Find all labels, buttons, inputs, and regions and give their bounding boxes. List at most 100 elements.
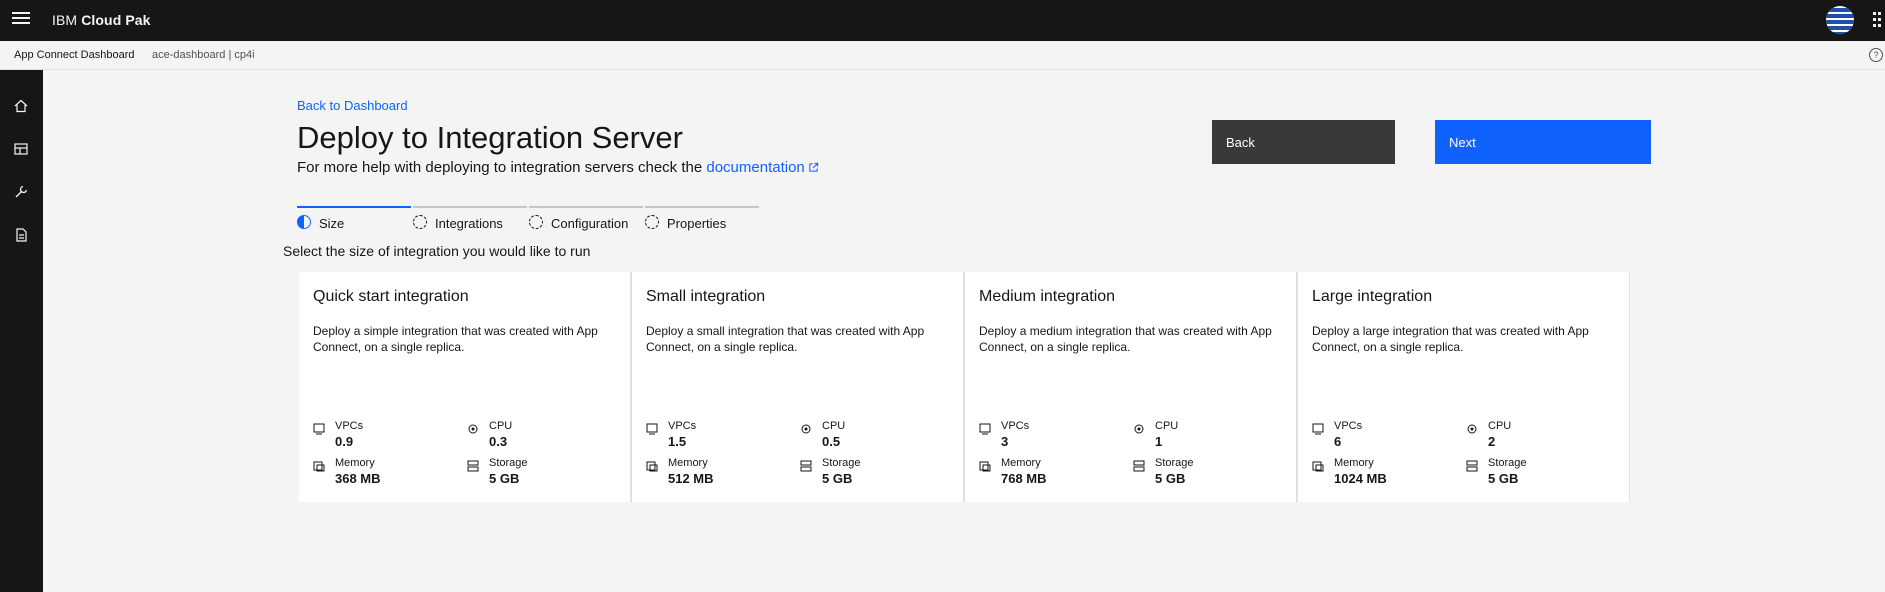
tools-icon[interactable]: [13, 184, 29, 200]
step-label: Properties: [667, 216, 727, 231]
metric-label: Memory: [335, 457, 375, 469]
card-title: Medium integration: [979, 288, 1116, 305]
metric-value: 3: [1001, 434, 1009, 449]
step-line: [297, 206, 411, 208]
memory-icon: [313, 461, 325, 472]
step-label: Configuration: [551, 216, 629, 231]
metric-value: 1.5: [668, 434, 687, 449]
metric-value: 768 MB: [1001, 471, 1047, 486]
size-card-medium[interactable]: Medium integration Deploy a medium integ…: [965, 272, 1296, 502]
step-line: [645, 206, 759, 208]
metric-value: 5 GB: [822, 471, 853, 486]
help-icon[interactable]: ?: [1869, 48, 1883, 62]
app-switcher-icon[interactable]: [1873, 12, 1885, 30]
size-prompt: Select the size of integration you would…: [283, 243, 591, 259]
metric-value: 5 GB: [1488, 471, 1519, 486]
size-card-quick-start[interactable]: Quick start integration Deploy a simple …: [299, 272, 630, 502]
app-name[interactable]: App Connect Dashboard: [14, 49, 134, 61]
size-card-small[interactable]: Small integration Deploy a small integra…: [632, 272, 963, 502]
main-content: Back to Dashboard Deploy to Integration …: [43, 70, 1885, 592]
step-integrations[interactable]: Integrations: [413, 206, 527, 232]
step-size[interactable]: Size: [297, 206, 411, 232]
metric-label: Memory: [1334, 457, 1374, 469]
metric-label: CPU: [822, 420, 846, 432]
storage-icon: [1466, 460, 1478, 472]
metric-label: Storage: [822, 457, 861, 469]
memory-icon: [646, 461, 658, 472]
vpc-icon: [646, 423, 658, 435]
step-label: Size: [319, 216, 345, 231]
external-link-icon: [809, 162, 818, 172]
metric-value: 6: [1334, 434, 1342, 449]
documentation-link[interactable]: documentation: [706, 159, 818, 176]
menu-icon[interactable]: [12, 12, 30, 28]
metric-value: 2: [1488, 434, 1496, 449]
brand-name: Cloud Pak: [81, 12, 151, 28]
cpu-icon: [1134, 424, 1144, 434]
vpc-icon: [1312, 423, 1324, 435]
card-description: Deploy a small integration that was crea…: [646, 324, 925, 354]
card-title: Quick start integration: [313, 288, 469, 305]
metric-label: Storage: [489, 457, 528, 469]
brand-prefix: IBM: [52, 12, 78, 28]
card-title: Large integration: [1312, 288, 1433, 305]
step-configuration[interactable]: Configuration: [529, 206, 643, 232]
metric-value: 0.3: [489, 434, 508, 449]
metric-value: 0.9: [335, 434, 354, 449]
current-step-icon: [297, 215, 311, 229]
home-icon[interactable]: [13, 98, 29, 114]
storage-icon: [467, 460, 479, 472]
cpu-icon: [801, 424, 811, 434]
size-card-large[interactable]: Large integration Deploy a large integra…: [1298, 272, 1629, 502]
storage-icon: [1133, 460, 1145, 472]
metric-value: 0.5: [822, 434, 841, 449]
metric-label: VPCs: [1334, 420, 1363, 432]
metric-label: VPCs: [335, 420, 364, 432]
cpu-icon: [468, 424, 478, 434]
metric-value: 5 GB: [489, 471, 520, 486]
card-description: Deploy a large integration that was crea…: [1312, 324, 1589, 354]
help-text-prefix: For more help with deploying to integrat…: [297, 159, 707, 176]
metric-value: 1: [1155, 434, 1163, 449]
metric-label: VPCs: [1001, 420, 1030, 432]
dashboard-icon[interactable]: [13, 141, 29, 157]
next-button[interactable]: Next: [1435, 120, 1651, 164]
top-header: IBM Cloud Pak: [0, 0, 1885, 41]
card-title: Small integration: [646, 288, 766, 305]
metric-value: 368 MB: [335, 471, 381, 486]
documentation-link-label: documentation: [706, 159, 805, 176]
incomplete-step-icon: [645, 215, 659, 229]
size-options: Quick start integration Deploy a simple …: [299, 272, 1630, 502]
storage-icon: [800, 460, 812, 472]
metric-label: CPU: [489, 420, 513, 432]
page-title: Deploy to Integration Server: [297, 120, 683, 155]
incomplete-step-icon: [529, 215, 543, 229]
document-icon[interactable]: [13, 227, 29, 243]
metric-label: VPCs: [668, 420, 697, 432]
card-description: Deploy a simple integration that was cre…: [313, 324, 598, 354]
progress-indicator: Size Integrations Configuration Properti…: [297, 206, 759, 232]
step-line: [413, 206, 527, 208]
metric-value: 512 MB: [668, 471, 714, 486]
incomplete-step-icon: [413, 215, 427, 229]
vpc-icon: [313, 423, 325, 435]
metric-value: 5 GB: [1155, 471, 1186, 486]
step-line: [529, 206, 643, 208]
metric-label: Storage: [1155, 457, 1194, 469]
card-description: Deploy a medium integration that was cre…: [979, 324, 1272, 354]
metric-label: Storage: [1488, 457, 1527, 469]
cpu-icon: [1467, 424, 1477, 434]
help-text: For more help with deploying to integrat…: [297, 159, 819, 176]
user-avatar[interactable]: [1826, 6, 1854, 34]
back-to-dashboard-link[interactable]: Back to Dashboard: [297, 98, 408, 113]
metric-label: CPU: [1488, 420, 1512, 432]
metric-label: CPU: [1155, 420, 1179, 432]
memory-icon: [979, 461, 991, 472]
vpc-icon: [979, 423, 991, 435]
memory-icon: [1312, 461, 1324, 472]
back-button[interactable]: Back: [1212, 120, 1395, 164]
metric-label: Memory: [1001, 457, 1041, 469]
namespace-label: ace-dashboard | cp4i: [152, 49, 255, 61]
step-properties[interactable]: Properties: [645, 206, 759, 232]
product-name[interactable]: IBM Cloud Pak: [52, 12, 151, 28]
